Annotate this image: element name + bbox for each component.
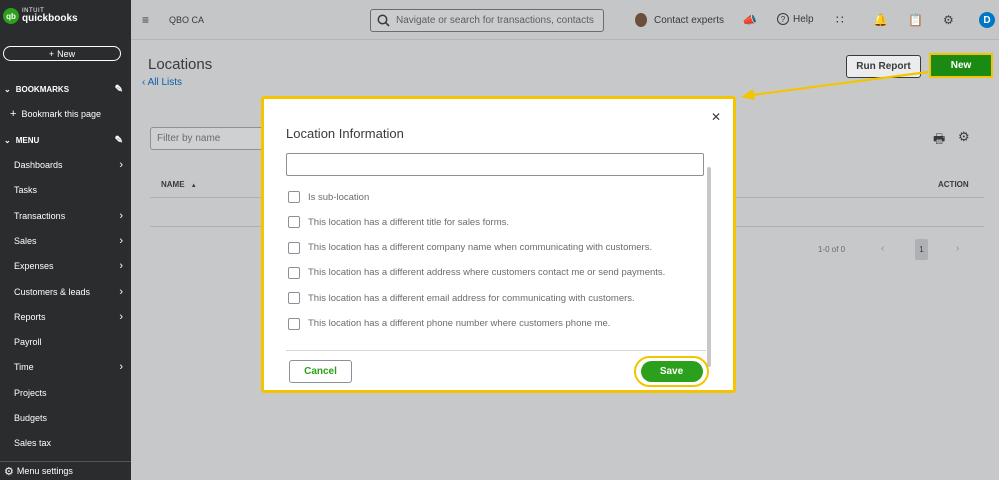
checkbox[interactable] <box>288 317 300 330</box>
checkbox-row[interactable]: This location has a different phone numb… <box>288 317 610 331</box>
checkbox[interactable] <box>288 216 300 229</box>
checkbox-row[interactable]: This location has a different company na… <box>288 241 652 255</box>
checkbox-label: This location has a different title for … <box>308 216 509 228</box>
checkbox-row[interactable]: This location has a different email addr… <box>288 291 635 305</box>
location-information-dialog: Location Information ✕ Is sub-location Th… <box>261 96 736 393</box>
checkbox[interactable] <box>288 241 300 254</box>
checkbox-label: This location has a different phone numb… <box>308 318 611 329</box>
save-button[interactable]: Save <box>640 361 703 382</box>
checkbox[interactable] <box>288 266 300 279</box>
dialog-footer-divider <box>286 350 706 351</box>
checkbox-label: This location has a different company na… <box>308 242 653 254</box>
cancel-button[interactable]: Cancel <box>289 360 352 383</box>
checkbox-label: This location has a different address wh… <box>308 267 666 279</box>
checkbox-row[interactable]: This location has a different address wh… <box>288 266 665 280</box>
checkbox[interactable] <box>288 191 300 203</box>
dialog-scrollbar[interactable] <box>707 167 711 367</box>
location-name-input[interactable] <box>286 153 704 176</box>
checkbox-row[interactable]: This location has a different title for … <box>288 215 509 229</box>
checkbox-label: This location has a different email addr… <box>308 292 635 304</box>
checkbox-label: Is sub-location <box>308 191 370 203</box>
checkbox-row[interactable]: Is sub-location <box>288 190 369 204</box>
close-icon[interactable]: ✕ <box>711 110 721 124</box>
checkbox[interactable] <box>288 292 300 305</box>
dialog-title: Location Information <box>286 126 404 141</box>
save-highlight: Save <box>634 356 709 387</box>
